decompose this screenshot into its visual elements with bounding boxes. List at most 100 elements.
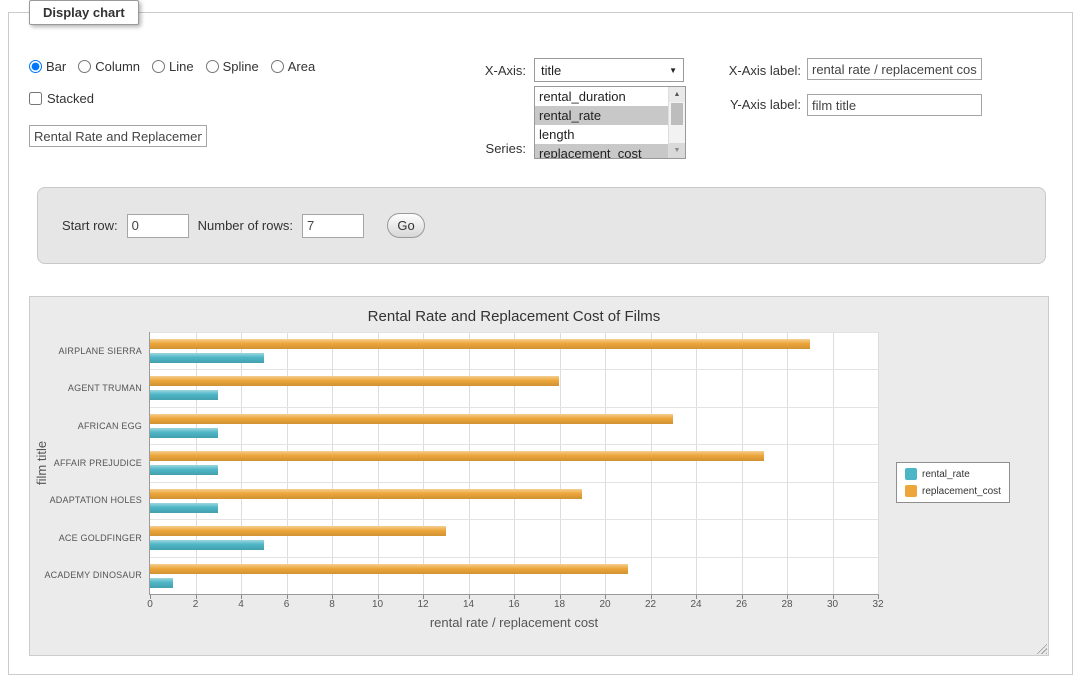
chart-type-radio-bar[interactable] [29, 60, 42, 73]
x-tick-label: 4 [238, 599, 244, 610]
gridline [196, 332, 197, 594]
bar-replacement_cost [150, 526, 446, 536]
bar-replacement_cost [150, 414, 673, 424]
gridline [651, 332, 652, 594]
start-row-label: Start row: [62, 218, 118, 233]
chart-type-bar[interactable]: Bar [29, 59, 66, 74]
chart-type-radio-spline[interactable] [206, 60, 219, 73]
gridline [378, 332, 379, 594]
band-gridline [150, 332, 878, 333]
chart-panel: Rental Rate and Replacement Cost of Film… [29, 296, 1049, 656]
bar-rental_rate [150, 353, 264, 363]
gridline [878, 332, 879, 594]
bar-replacement_cost [150, 564, 628, 574]
y-axis-label-field-label: Y-Axis label: [649, 97, 801, 112]
band-gridline [150, 369, 878, 370]
x-tick-label: 12 [417, 599, 428, 610]
chart-type-radio-column[interactable] [78, 60, 91, 73]
legend-swatch [905, 485, 917, 497]
category-label: AFRICAN EGG [30, 421, 142, 431]
scroll-down-icon: ▼ [674, 147, 681, 154]
legend-item-rental_rate[interactable]: rental_rate [905, 468, 1001, 480]
chart-type-label: Spline [223, 59, 259, 74]
bar-replacement_cost [150, 376, 559, 386]
panel-title: Display chart [29, 0, 139, 25]
x-axis-select-value: title [541, 63, 561, 78]
gridline [332, 332, 333, 594]
start-row-input[interactable] [127, 214, 189, 238]
x-tick-label: 24 [690, 599, 701, 610]
band-gridline [150, 482, 878, 483]
stacked-checkbox-label[interactable]: Stacked [29, 91, 94, 106]
x-tick-label: 8 [329, 599, 335, 610]
band-gridline [150, 519, 878, 520]
gridline [696, 332, 697, 594]
bar-rental_rate [150, 465, 218, 475]
y-axis-line [149, 332, 150, 595]
legend-swatch [905, 468, 917, 480]
chart-legend: rental_rate replacement_cost [896, 462, 1010, 503]
num-rows-input[interactable] [302, 214, 364, 238]
display-chart-panel: Display chart BarColumnLineSplineArea St… [8, 12, 1073, 675]
series-field-label: Series: [389, 141, 526, 156]
category-label: AFFAIR PREJUDICE [30, 458, 142, 468]
plot-area [150, 332, 878, 594]
x-tick-label: 30 [827, 599, 838, 610]
gridline [605, 332, 606, 594]
gridline [560, 332, 561, 594]
category-label: ACADEMY DINOSAUR [30, 570, 142, 580]
bar-rental_rate [150, 390, 218, 400]
gridline [514, 332, 515, 594]
bar-rental_rate [150, 428, 218, 438]
chart-type-label: Line [169, 59, 194, 74]
go-button[interactable]: Go [387, 213, 425, 238]
chart-type-label: Column [95, 59, 140, 74]
x-axis-label-input[interactable] [807, 58, 982, 80]
bar-rental_rate [150, 503, 218, 513]
x-tick-label: 0 [147, 599, 153, 610]
chart-type-radios: Bar Column Line Spline Area [29, 59, 315, 74]
resize-handle-icon[interactable] [1034, 641, 1047, 654]
scroll-down-button[interactable]: ▼ [669, 143, 685, 158]
bar-replacement_cost [150, 339, 810, 349]
x-tick-label: 28 [781, 599, 792, 610]
x-tick-label: 22 [645, 599, 656, 610]
x-tick-label: 10 [372, 599, 383, 610]
chart-type-line[interactable]: Line [152, 59, 194, 74]
bar-rental_rate [150, 578, 173, 588]
row-controls-panel: Start row: Number of rows: Go [37, 187, 1046, 264]
legend-label: rental_rate [922, 469, 970, 480]
gridline [833, 332, 834, 594]
x-axis-line [149, 594, 879, 595]
stacked-checkbox[interactable] [29, 92, 42, 105]
stacked-label: Stacked [47, 91, 94, 106]
gridline [423, 332, 424, 594]
band-gridline [150, 407, 878, 408]
x-axis-label-field-label: X-Axis label: [649, 63, 801, 78]
bar-replacement_cost [150, 489, 582, 499]
chart-type-radio-line[interactable] [152, 60, 165, 73]
chart-type-radio-area[interactable] [271, 60, 284, 73]
gridline [742, 332, 743, 594]
x-tick-label: 32 [872, 599, 883, 610]
x-tick-label: 20 [599, 599, 610, 610]
series-option-replacement_cost[interactable]: replacement_cost [535, 144, 668, 158]
band-gridline [150, 444, 878, 445]
chart-type-column[interactable]: Column [78, 59, 140, 74]
gridline [241, 332, 242, 594]
series-option-length[interactable]: length [535, 125, 668, 144]
y-axis-label-input[interactable] [807, 94, 982, 116]
legend-item-replacement_cost[interactable]: replacement_cost [905, 485, 1001, 497]
bar-replacement_cost [150, 451, 764, 461]
category-label: AGENT TRUMAN [30, 383, 142, 393]
chart-type-spline[interactable]: Spline [206, 59, 259, 74]
num-rows-label: Number of rows: [198, 218, 293, 233]
gridline [787, 332, 788, 594]
x-tick-label: 14 [463, 599, 474, 610]
x-tick-label: 16 [508, 599, 519, 610]
chart-type-label: Area [288, 59, 315, 74]
x-tick-label: 6 [284, 599, 290, 610]
chart-title-input[interactable] [29, 125, 207, 147]
legend-label: replacement_cost [922, 486, 1001, 497]
chart-type-area[interactable]: Area [271, 59, 315, 74]
